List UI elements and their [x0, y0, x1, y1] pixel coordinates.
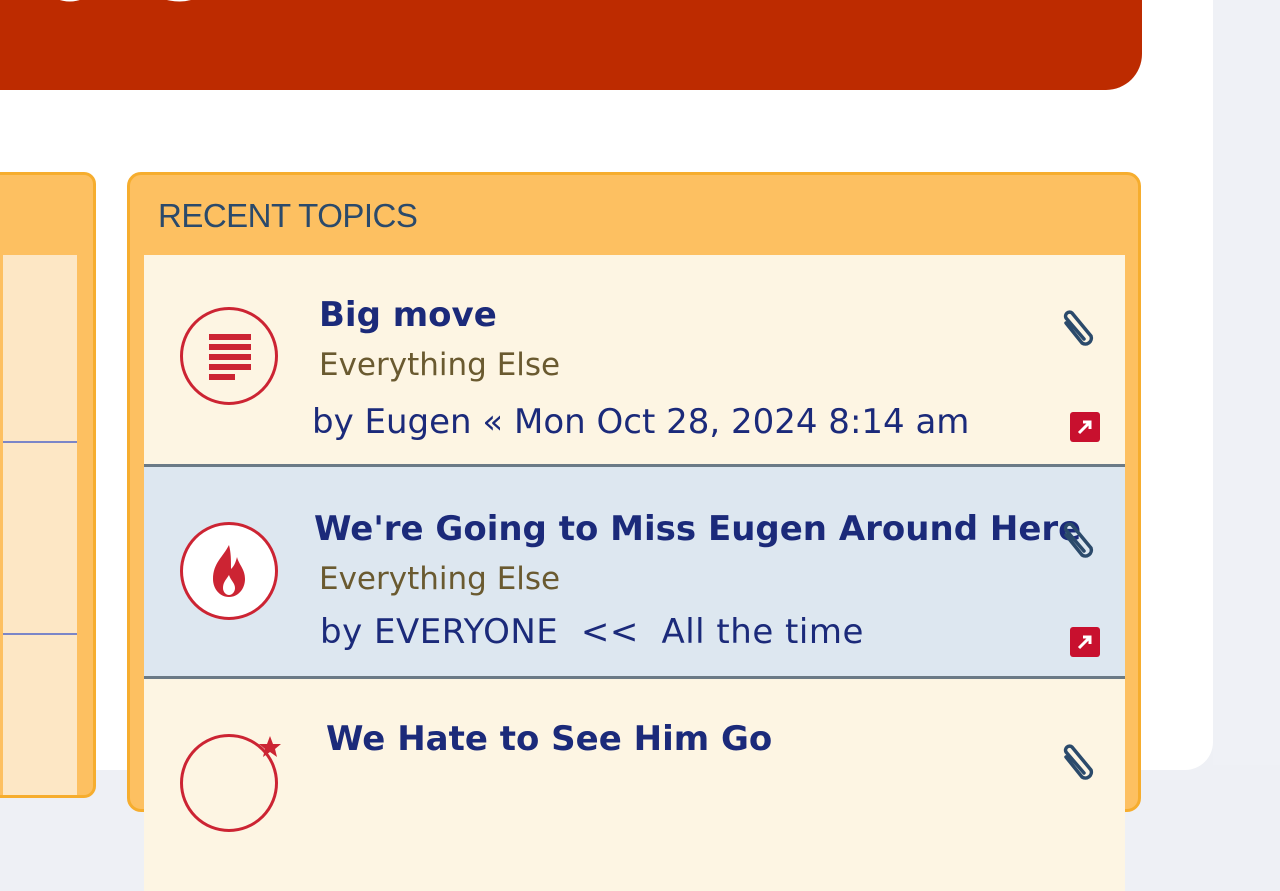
topic-list: Big move Everything Else by Eugen « Mon …	[144, 255, 1125, 891]
topic-meta[interactable]: by EVERYONE << All the time	[320, 612, 864, 652]
topic-row-miss-eugen[interactable]: We're Going to Miss Eugen Around Here Ev…	[144, 467, 1125, 679]
star-icon	[259, 736, 281, 757]
list-divider	[3, 441, 77, 443]
recent-topics-panel: RECENT TOPICS Big move Everything Else b…	[127, 172, 1141, 891]
view-latest-post-icon[interactable]	[1070, 412, 1100, 442]
topic-forum-link[interactable]: Everything Else	[319, 561, 560, 597]
topic-forum-link[interactable]: Everything Else	[319, 347, 560, 383]
attachment-paperclip-icon	[1063, 522, 1094, 558]
attachment-paperclip-icon	[1063, 310, 1094, 346]
site-header-banner: ctors	[0, 0, 1142, 90]
topic-row-big-move[interactable]: Big move Everything Else by Eugen « Mon …	[144, 255, 1125, 467]
hot-topic-flame-icon	[180, 522, 278, 620]
topic-title-link[interactable]: We Hate to See Him Go	[326, 719, 772, 759]
attachment-paperclip-icon	[1063, 744, 1094, 780]
list-divider	[3, 633, 77, 635]
page-gutter	[1213, 0, 1280, 765]
topic-title-link[interactable]: Big move	[319, 295, 497, 335]
left-column-list	[3, 255, 77, 795]
recent-topics-heading: RECENT TOPICS	[158, 197, 418, 234]
topic-read-icon	[180, 307, 278, 405]
topic-title-link[interactable]: We're Going to Miss Eugen Around Here	[314, 509, 1081, 549]
left-column-panel	[0, 172, 96, 798]
topic-meta[interactable]: by Eugen « Mon Oct 28, 2024 8:14 am	[312, 402, 969, 442]
view-latest-post-icon[interactable]	[1070, 627, 1100, 657]
topic-row-hate-to-see[interactable]: We Hate to See Him Go	[144, 679, 1125, 891]
site-title[interactable]: ctors	[0, 0, 211, 18]
